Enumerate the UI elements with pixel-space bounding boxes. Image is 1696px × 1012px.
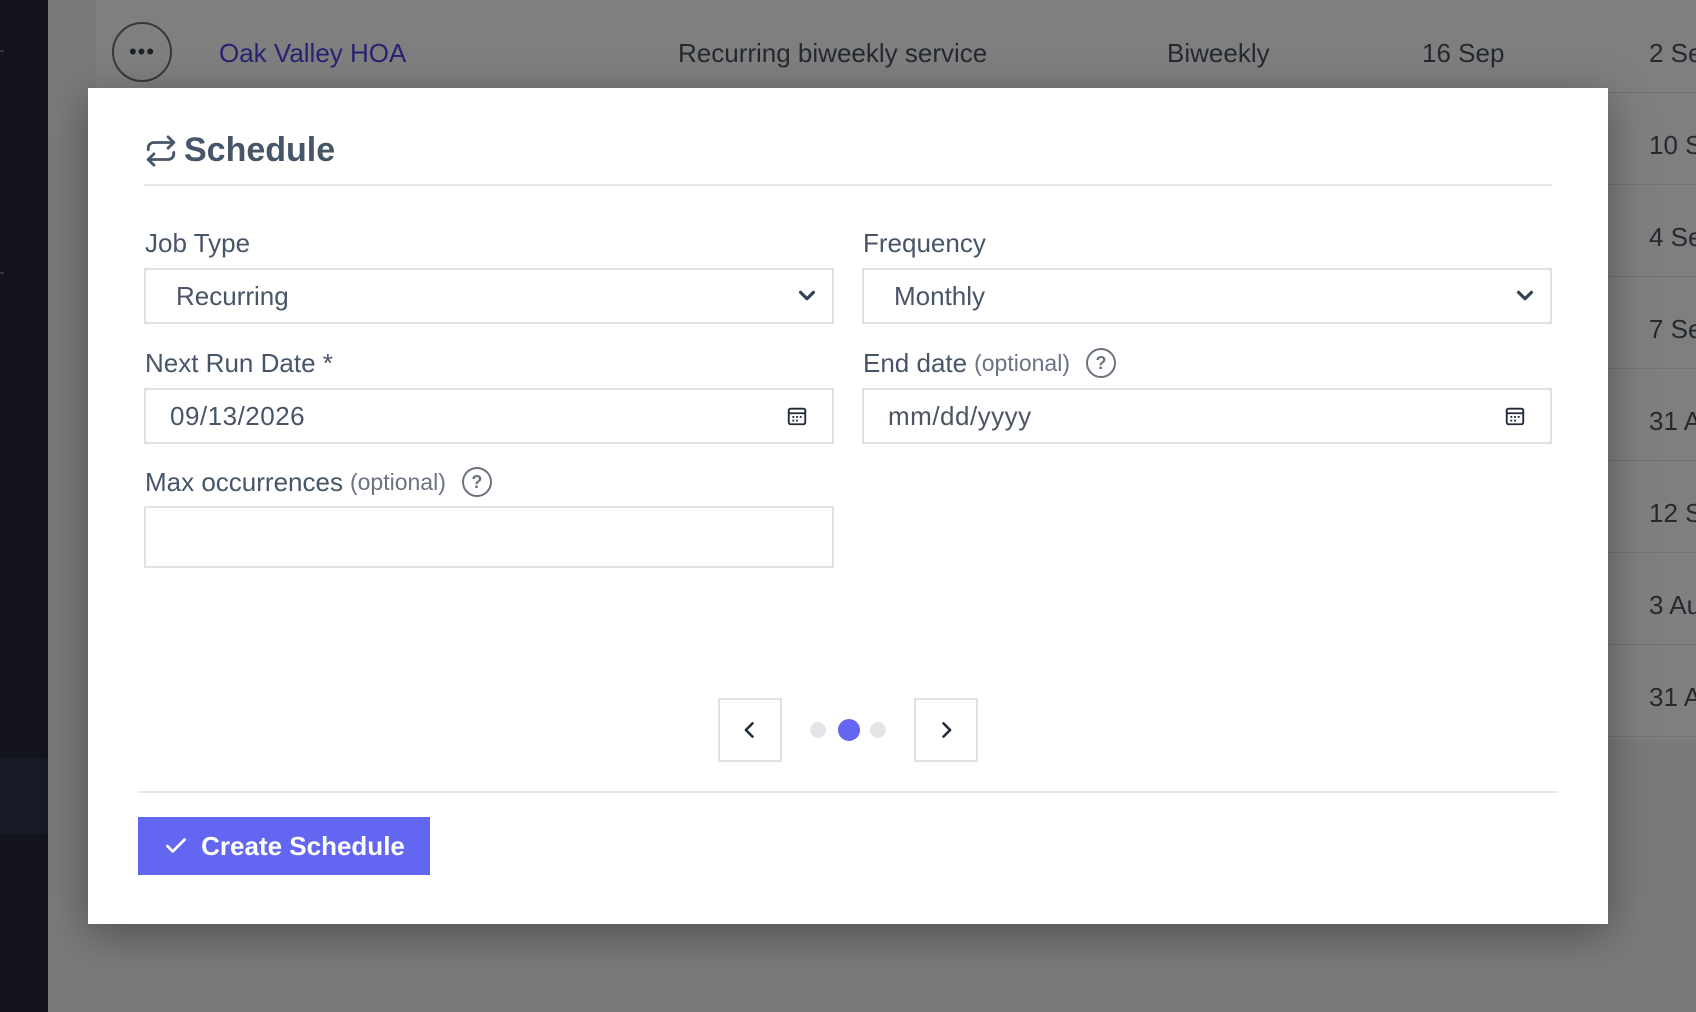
optional-hint: (optional): [349, 468, 446, 495]
repeat-icon: [146, 135, 176, 167]
help-circle-icon[interactable]: ?: [1085, 348, 1116, 378]
create-schedule-label: Create Schedule: [201, 830, 405, 861]
job-type-label: Job Type: [145, 226, 250, 260]
next-run-date-label: Next Run Date *: [145, 346, 333, 380]
next-run-date-value: 09/13/2026: [170, 400, 306, 431]
step-dot-1[interactable]: [810, 722, 826, 738]
next-run-date-input[interactable]: 09/13/2026: [144, 388, 834, 444]
job-type-value: Recurring: [176, 280, 289, 311]
next-step-button[interactable]: [914, 698, 978, 762]
calendar-icon[interactable]: [786, 405, 808, 427]
chevron-down-icon: [1516, 290, 1534, 301]
frequency-value: Monthly: [894, 280, 986, 311]
end-date-input[interactable]: mm/dd/yyyy: [862, 388, 1552, 444]
next-run-date-label-text: Next Run Date *: [145, 347, 333, 378]
end-date-label-text: End date: [863, 347, 968, 378]
frequency-label-text: Frequency: [863, 227, 986, 258]
job-type-label-text: Job Type: [145, 227, 251, 258]
step-dot-3[interactable]: [870, 722, 886, 738]
end-date-label: End date (optional) ?: [863, 344, 1116, 382]
max-occurrences-label: Max occurrences (optional) ?: [145, 463, 492, 501]
step-dot-2[interactable]: [838, 719, 860, 741]
chevron-left-icon: [744, 722, 754, 738]
check-icon: [166, 838, 187, 853]
modal-title: Schedule: [184, 131, 336, 169]
chevron-down-icon: [798, 290, 816, 301]
footer-divider: [138, 791, 1558, 793]
frequency-label: Frequency: [863, 226, 986, 260]
schedule-modal: Schedule Job Type Recurring Frequency Mo…: [88, 88, 1608, 924]
optional-hint: (optional): [974, 349, 1070, 376]
frequency-select[interactable]: Monthly: [862, 268, 1552, 324]
max-occurrences-input[interactable]: [144, 506, 834, 568]
end-date-placeholder: mm/dd/yyyy: [888, 400, 1032, 431]
calendar-icon[interactable]: [1504, 405, 1526, 427]
chevron-right-icon: [942, 722, 952, 738]
previous-step-button[interactable]: [718, 698, 782, 762]
max-occurrences-label-text: Max occurrences: [145, 466, 343, 497]
create-schedule-button[interactable]: Create Schedule: [138, 817, 430, 875]
job-type-select[interactable]: Recurring: [144, 268, 834, 324]
help-circle-icon[interactable]: ?: [461, 467, 492, 497]
modal-header: Schedule: [144, 128, 1552, 186]
